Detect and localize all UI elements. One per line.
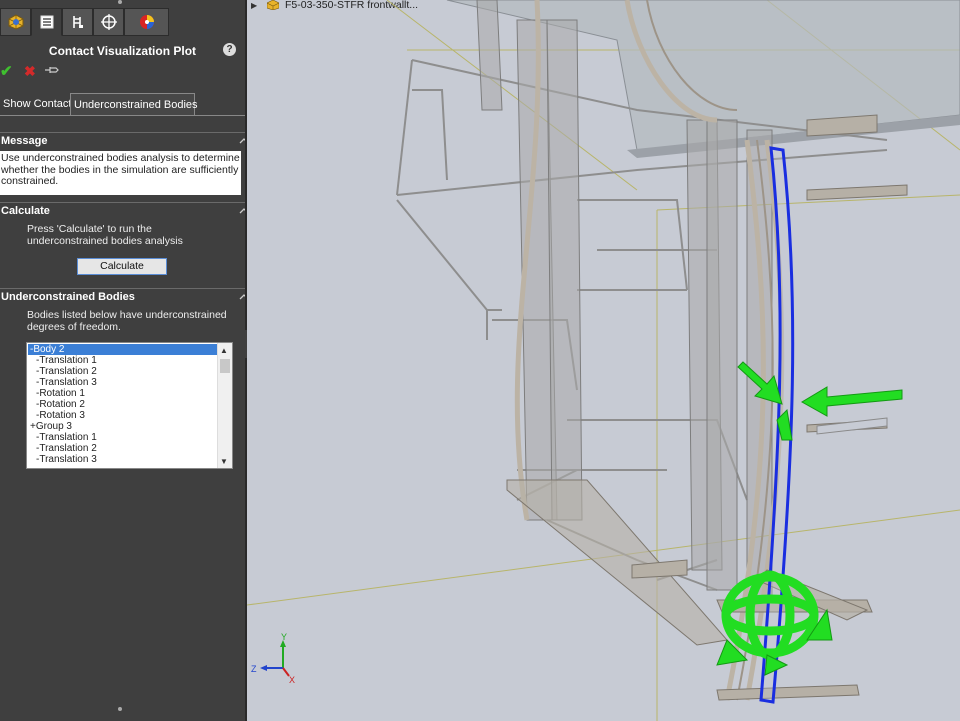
list-item[interactable]: -Translation 2 <box>28 366 97 377</box>
underconstrained-bodies-list[interactable]: -Body 2 -Translation 1 -Translation 2 -T… <box>26 342 233 469</box>
tab-show-contact[interactable]: Show Contact <box>0 93 71 115</box>
dimxpert-icon <box>100 14 117 30</box>
panel-title: Contact Visualization Plot <box>48 44 197 58</box>
section-calculate-title: Calculate <box>1 205 50 217</box>
tab-display-manager[interactable] <box>124 8 169 36</box>
section-underconstrained-header[interactable]: Underconstrained Bodies <box>0 288 249 304</box>
tab-simulation[interactable] <box>0 8 31 36</box>
checkmark-icon[interactable]: ✔ <box>0 62 13 80</box>
manager-tabstrip <box>0 8 245 36</box>
list-scrollbar[interactable]: ▲ ▼ <box>217 343 232 468</box>
list-item[interactable]: -Rotation 2 <box>28 399 85 410</box>
tab-dimxpert[interactable] <box>93 8 124 36</box>
triad-x-label: X <box>289 675 295 685</box>
subtab-divider <box>0 115 245 116</box>
pushpin-icon[interactable] <box>44 64 60 76</box>
list-item[interactable]: -Translation 3 <box>28 377 97 388</box>
tab-underconstrained-bodies[interactable]: Underconstrained Bodies <box>70 93 198 115</box>
list-item[interactable]: -Translation 1 <box>28 355 97 366</box>
list-item[interactable]: -Rotation 3 <box>28 410 85 421</box>
list-item[interactable]: -Translation 1 <box>28 432 97 443</box>
panel-grip-bottom[interactable] <box>118 707 122 711</box>
scroll-thumb[interactable] <box>220 359 230 373</box>
display-manager-icon <box>139 15 154 29</box>
model-graphics[interactable]: Y Z X <box>247 0 960 721</box>
section-underconstrained-title: Underconstrained Bodies <box>1 291 135 303</box>
calculate-button[interactable]: Calculate <box>77 258 167 275</box>
triad-z-label: Z <box>251 664 257 674</box>
underconstrained-description: Bodies listed below have underconstraine… <box>27 309 227 333</box>
section-message-header[interactable]: Message <box>0 132 249 148</box>
coordinate-triad: Y Z X <box>251 632 295 685</box>
help-icon[interactable]: ? <box>223 43 236 56</box>
close-icon[interactable]: ✖ <box>24 63 36 80</box>
list-item[interactable]: -Body 2 <box>28 344 217 355</box>
tab-property-manager[interactable] <box>31 8 62 36</box>
property-manager-icon <box>40 15 53 29</box>
list-item[interactable]: +Group 3 <box>28 421 72 432</box>
scroll-down-icon[interactable]: ▼ <box>220 457 228 466</box>
list-item[interactable]: -Translation 2 <box>28 443 97 454</box>
panel-grip-top[interactable] <box>118 0 122 4</box>
property-manager-panel: Contact Visualization Plot ? ✔ ✖ Show Co… <box>0 0 249 721</box>
tab-configuration[interactable] <box>62 8 93 36</box>
triad-y-label: Y <box>281 632 287 642</box>
graphics-viewport[interactable]: ▶ F5-03-350-STFR frontwallt... Y Z X <box>247 0 960 721</box>
section-message-title: Message <box>1 135 48 147</box>
list-item[interactable]: -Translation 3 <box>28 454 97 465</box>
section-calculate-header[interactable]: Calculate <box>0 202 249 218</box>
simulation-icon <box>8 14 23 30</box>
list-item[interactable]: -Rotation 1 <box>28 388 85 399</box>
calculate-description: Press 'Calculate' to run the underconstr… <box>27 223 183 247</box>
message-text: Use underconstrained bodies analysis to … <box>0 151 241 195</box>
scroll-up-icon[interactable]: ▲ <box>220 346 228 355</box>
configuration-icon <box>72 16 83 28</box>
